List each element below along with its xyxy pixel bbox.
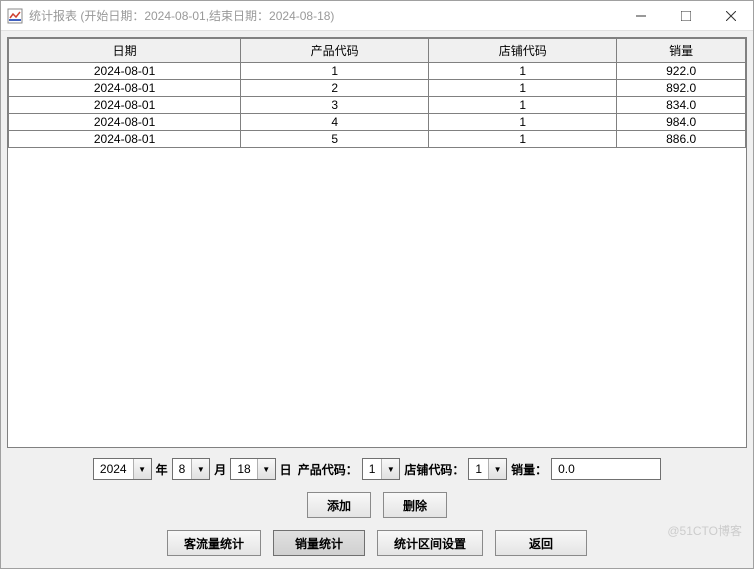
maximize-button[interactable]	[663, 1, 708, 30]
year-label: 年	[156, 461, 168, 478]
col-product-code[interactable]: 产品代码	[241, 39, 429, 63]
table-cell[interactable]: 834.0	[617, 97, 746, 114]
table-cell[interactable]: 4	[241, 114, 429, 131]
day-label: 日	[280, 461, 292, 478]
chevron-down-icon: ▼	[257, 459, 275, 479]
delete-button[interactable]: 删除	[383, 492, 447, 518]
table-cell[interactable]: 3	[241, 97, 429, 114]
table-cell[interactable]: 2024-08-01	[9, 131, 241, 148]
window-controls	[618, 1, 753, 30]
table-cell[interactable]: 2024-08-01	[9, 114, 241, 131]
input-row: 2024 ▼ 年 8 ▼ 月 18 ▼ 日 产品代码： 1 ▼ 店铺代码： 1	[7, 448, 747, 486]
table-cell[interactable]: 922.0	[617, 63, 746, 80]
table-cell[interactable]: 1	[429, 63, 617, 80]
titlebar: 统计报表 (开始日期：2024-08-01,结束日期：2024-08-18)	[1, 1, 753, 31]
table-cell[interactable]: 1	[429, 97, 617, 114]
data-table: 日期 产品代码 店铺代码 销量 2024-08-0111922.02024-08…	[8, 38, 746, 148]
watermark: @51CTO博客	[667, 522, 742, 539]
action-buttons-row: 添加 删除	[7, 486, 747, 524]
col-store-code[interactable]: 店铺代码	[429, 39, 617, 63]
chevron-down-icon: ▼	[488, 459, 506, 479]
chevron-down-icon: ▼	[133, 459, 151, 479]
back-button[interactable]: 返回	[495, 530, 587, 556]
table-cell[interactable]: 1	[241, 63, 429, 80]
app-window: 统计报表 (开始日期：2024-08-01,结束日期：2024-08-18) 日…	[0, 0, 754, 569]
month-label: 月	[214, 461, 226, 478]
chevron-down-icon: ▼	[381, 459, 399, 479]
table-cell[interactable]: 5	[241, 131, 429, 148]
product-code-label: 产品代码：	[298, 461, 358, 478]
year-dropdown[interactable]: 2024 ▼	[93, 458, 152, 480]
data-table-container: 日期 产品代码 店铺代码 销量 2024-08-0111922.02024-08…	[7, 37, 747, 448]
app-icon	[7, 8, 23, 24]
table-row[interactable]: 2024-08-0141984.0	[9, 114, 746, 131]
table-cell[interactable]: 2024-08-01	[9, 63, 241, 80]
sales-input[interactable]	[551, 458, 661, 480]
table-cell[interactable]: 2024-08-01	[9, 80, 241, 97]
sales-label: 销量：	[511, 461, 547, 478]
col-date[interactable]: 日期	[9, 39, 241, 63]
col-sales[interactable]: 销量	[617, 39, 746, 63]
table-cell[interactable]: 1	[429, 114, 617, 131]
table-cell[interactable]: 2024-08-01	[9, 97, 241, 114]
minimize-button[interactable]	[618, 1, 663, 30]
customer-stats-button[interactable]: 客流量统计	[167, 530, 261, 556]
store-code-label: 店铺代码：	[404, 461, 464, 478]
table-row[interactable]: 2024-08-0131834.0	[9, 97, 746, 114]
store-code-dropdown[interactable]: 1 ▼	[468, 458, 507, 480]
month-dropdown[interactable]: 8 ▼	[172, 458, 211, 480]
table-cell[interactable]: 892.0	[617, 80, 746, 97]
sales-stats-button[interactable]: 销量统计	[273, 530, 365, 556]
table-cell[interactable]: 984.0	[617, 114, 746, 131]
nav-buttons-row: 客流量统计 销量统计 统计区间设置 返回	[7, 524, 747, 562]
table-cell[interactable]: 1	[429, 131, 617, 148]
product-code-dropdown[interactable]: 1 ▼	[362, 458, 401, 480]
table-row[interactable]: 2024-08-0151886.0	[9, 131, 746, 148]
close-button[interactable]	[708, 1, 753, 30]
day-dropdown[interactable]: 18 ▼	[230, 458, 275, 480]
content-area: 日期 产品代码 店铺代码 销量 2024-08-0111922.02024-08…	[1, 31, 753, 568]
add-button[interactable]: 添加	[307, 492, 371, 518]
window-title: 统计报表 (开始日期：2024-08-01,结束日期：2024-08-18)	[29, 7, 618, 24]
table-cell[interactable]: 886.0	[617, 131, 746, 148]
table-cell[interactable]: 1	[429, 80, 617, 97]
table-row[interactable]: 2024-08-0111922.0	[9, 63, 746, 80]
table-cell[interactable]: 2	[241, 80, 429, 97]
interval-settings-button[interactable]: 统计区间设置	[377, 530, 483, 556]
table-header-row: 日期 产品代码 店铺代码 销量	[9, 39, 746, 63]
table-row[interactable]: 2024-08-0121892.0	[9, 80, 746, 97]
chevron-down-icon: ▼	[191, 459, 209, 479]
